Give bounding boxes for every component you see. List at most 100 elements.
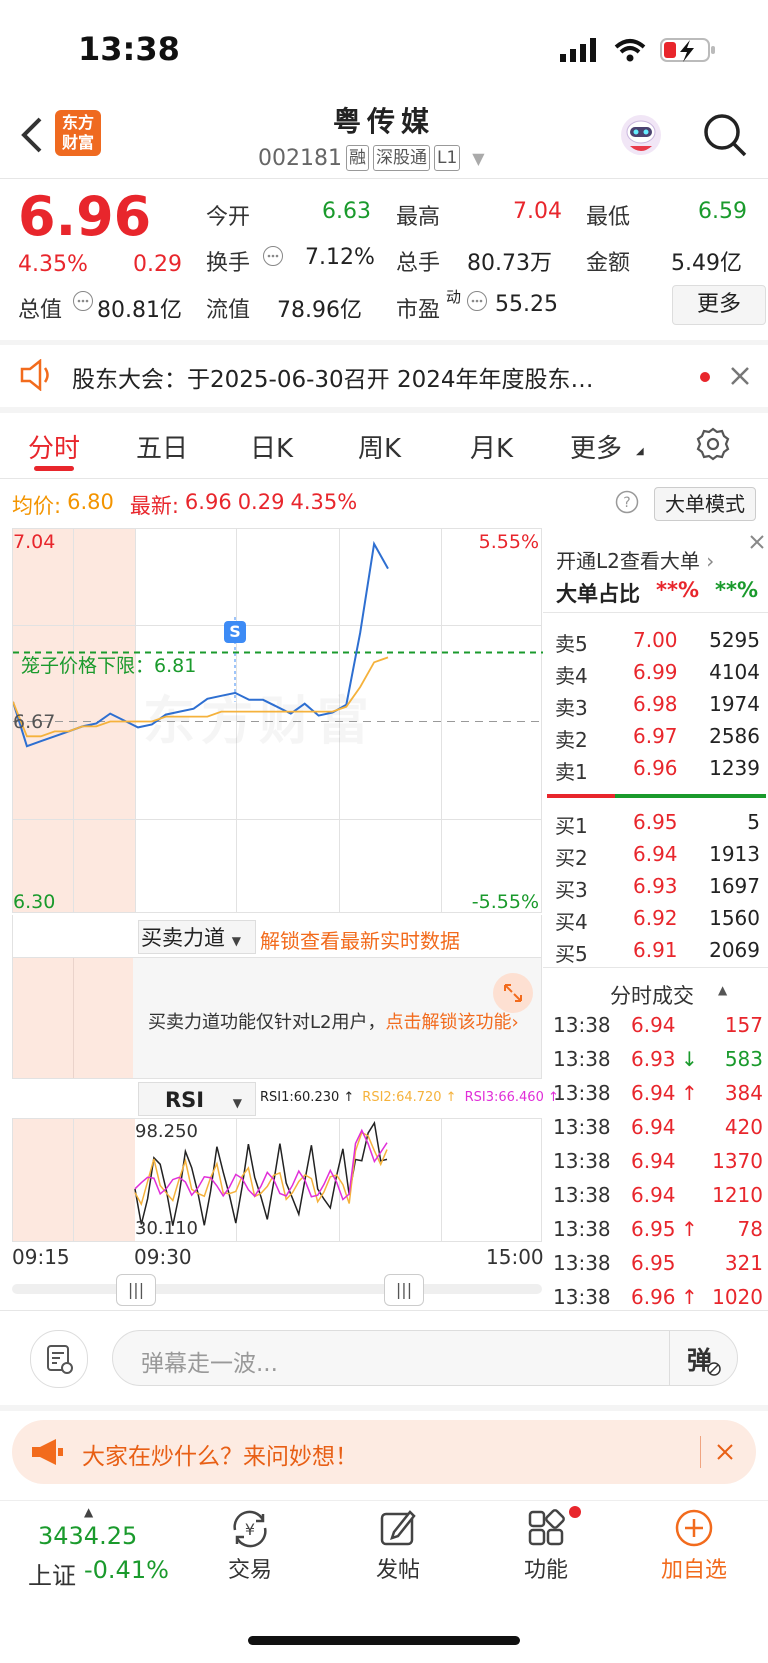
index-value[interactable]: 3434.25 bbox=[38, 1522, 137, 1550]
rsi-dropdown[interactable]: RSI ▼ bbox=[138, 1082, 256, 1116]
power-info[interactable]: 买卖力道功能仅针对L2用户，点击解锁该功能› bbox=[148, 1008, 519, 1034]
stock-code-row[interactable]: 002181 融 深股通 L1 ▼ bbox=[258, 145, 485, 171]
trade-volume: 157 bbox=[724, 1013, 763, 1037]
trade-price: 6.95 bbox=[631, 1251, 676, 1275]
danmu-input[interactable]: 弹幕走一波... 弹 bbox=[112, 1330, 738, 1386]
svg-text:?: ? bbox=[623, 495, 630, 511]
power-dropdown[interactable]: 买卖力道 ▼ bbox=[138, 920, 256, 954]
trade-volume: 420 bbox=[724, 1115, 763, 1139]
bid-row[interactable]: 买4 6.92 1560 bbox=[555, 906, 760, 935]
current-price: 6.96 bbox=[18, 185, 152, 248]
search-icon[interactable] bbox=[702, 112, 748, 162]
intraday-chart[interactable]: 东方财富 7.04 6.30 6.67 5.55% -5.55% 笼子价格下限：… bbox=[12, 528, 543, 913]
promo-close-icon[interactable] bbox=[748, 533, 766, 555]
ask-row[interactable]: 卖1 6.96 1239 bbox=[555, 756, 760, 785]
tab-month-k[interactable]: 月K bbox=[470, 428, 513, 465]
index-up-caret-icon: ▲ bbox=[84, 1505, 94, 1519]
trade-direction bbox=[681, 1115, 697, 1139]
tab-five-day[interactable]: 五日 bbox=[136, 428, 188, 465]
trade-price: 6.94 bbox=[631, 1081, 676, 1105]
tab-intraday[interactable]: 分时 bbox=[28, 428, 80, 465]
rsi1-value: RSI1:60.230 ↑ bbox=[260, 1090, 355, 1105]
tab-more[interactable]: 更多 bbox=[570, 428, 622, 465]
range-slider-track[interactable] bbox=[12, 1284, 542, 1294]
post-nav[interactable]: 发帖 bbox=[338, 1508, 458, 1584]
ask-row[interactable]: 卖3 6.98 1974 bbox=[555, 692, 760, 721]
ask-row[interactable]: 卖4 6.99 4104 bbox=[555, 660, 760, 689]
function-badge-dot bbox=[569, 1506, 581, 1518]
trade-time: 13:38 bbox=[553, 1183, 611, 1207]
rsi-lines-svg bbox=[134, 1120, 388, 1226]
tab-week-k[interactable]: 周K bbox=[358, 428, 401, 465]
info-dots-icon[interactable] bbox=[466, 290, 488, 316]
robot-assistant-icon[interactable] bbox=[618, 112, 664, 162]
avg-value: 6.80 bbox=[67, 490, 114, 514]
help-icon[interactable]: ? bbox=[615, 490, 639, 518]
trade-time: 13:38 bbox=[553, 1251, 611, 1275]
notice-text: 股东大会：于2025-06-30召开 2024年年度股东… bbox=[72, 367, 594, 393]
close-icon[interactable] bbox=[729, 365, 751, 391]
level-price: 6.95 bbox=[633, 810, 678, 834]
trade-volume: 321 bbox=[724, 1251, 763, 1275]
ask-row[interactable]: 卖5 7.00 5295 bbox=[555, 628, 760, 657]
trade-label: 交易 bbox=[227, 1558, 272, 1583]
level-price: 6.98 bbox=[633, 692, 678, 716]
level-price: 6.91 bbox=[633, 938, 678, 962]
battery-icon bbox=[660, 36, 718, 68]
danmu-placeholder: 弹幕走一波... bbox=[141, 1351, 278, 1377]
trade-price: 6.94 bbox=[631, 1115, 676, 1139]
speaker-icon bbox=[18, 358, 54, 395]
add-watchlist-nav[interactable]: 加自选 bbox=[634, 1508, 754, 1584]
rsi-chart[interactable]: 98.250 30.110 bbox=[12, 1118, 542, 1242]
rsi2-value: RSI2:64.720 ↑ bbox=[362, 1090, 457, 1105]
level-price: 6.97 bbox=[633, 724, 678, 748]
trade-price: 6.93 bbox=[631, 1047, 676, 1071]
info-dots-icon[interactable] bbox=[262, 245, 284, 271]
trade-row: 13:38 6.94 420 bbox=[553, 1115, 763, 1139]
info-dots-icon[interactable] bbox=[72, 290, 94, 316]
big-order-mode-button[interactable]: 大单模式 bbox=[654, 487, 756, 521]
bid-row[interactable]: 买3 6.93 1697 bbox=[555, 874, 760, 903]
bid-row[interactable]: 买1 6.95 5 bbox=[555, 810, 760, 839]
change-percent: 4.35% bbox=[18, 252, 88, 277]
level-volume: 1560 bbox=[709, 906, 760, 930]
level-label: 买5 bbox=[555, 942, 588, 966]
level-label: 卖3 bbox=[555, 696, 588, 720]
tab-day-k[interactable]: 日K bbox=[250, 428, 293, 465]
bid-row[interactable]: 买2 6.94 1913 bbox=[555, 842, 760, 871]
expand-icon[interactable] bbox=[493, 973, 533, 1013]
ask-banner[interactable]: 大家在炒什么？来问妙想！ bbox=[12, 1420, 756, 1484]
level-label: 买3 bbox=[555, 878, 588, 902]
notes-icon[interactable] bbox=[30, 1330, 88, 1388]
function-nav[interactable]: 功能 bbox=[486, 1508, 606, 1584]
level-volume: 5295 bbox=[709, 628, 760, 652]
notice-bar[interactable]: 股东大会：于2025-06-30召开 2024年年度股东… bbox=[0, 345, 768, 407]
ask-row[interactable]: 卖2 6.97 2586 bbox=[555, 724, 760, 753]
trade-price: 6.95 bbox=[631, 1217, 676, 1241]
range-handle-left[interactable]: ||| bbox=[116, 1274, 156, 1306]
trade-nav[interactable]: ¥ 交易 bbox=[190, 1508, 310, 1584]
index-row[interactable]: 上证 -0.41% bbox=[28, 1556, 169, 1591]
bid-row[interactable]: 买5 6.91 2069 bbox=[555, 938, 760, 967]
megaphone-icon bbox=[30, 1438, 64, 1470]
svg-text:¥: ¥ bbox=[245, 1520, 255, 1539]
l2-promo[interactable]: 开通L2查看大单 › bbox=[556, 545, 714, 574]
trade-time: 13:38 bbox=[553, 1081, 611, 1105]
avg-label: 均价: bbox=[12, 494, 62, 518]
banner-close-icon[interactable] bbox=[715, 1442, 735, 1466]
trade-volume: 384 bbox=[724, 1081, 763, 1105]
float-value: 78.96亿 bbox=[277, 298, 362, 323]
signal-marker[interactable]: S bbox=[224, 621, 246, 643]
power-unlock-link[interactable]: 解锁查看最新实时数据 bbox=[260, 925, 460, 954]
mktcap-label: 总值 bbox=[18, 298, 63, 323]
trades-title[interactable]: 分时成交 bbox=[610, 980, 694, 1010]
amount-value: 5.49亿 bbox=[671, 251, 742, 276]
range-handle-right[interactable]: ||| bbox=[384, 1274, 424, 1306]
gear-icon[interactable] bbox=[695, 426, 731, 466]
trade-volume: 583 bbox=[724, 1047, 763, 1071]
more-quote-button[interactable]: 更多 bbox=[672, 285, 766, 325]
low-value: 6.59 bbox=[698, 199, 747, 224]
edit-icon bbox=[380, 1510, 416, 1546]
last-value: 6.96 bbox=[184, 490, 232, 514]
trade-direction: ↑ bbox=[681, 1285, 698, 1309]
